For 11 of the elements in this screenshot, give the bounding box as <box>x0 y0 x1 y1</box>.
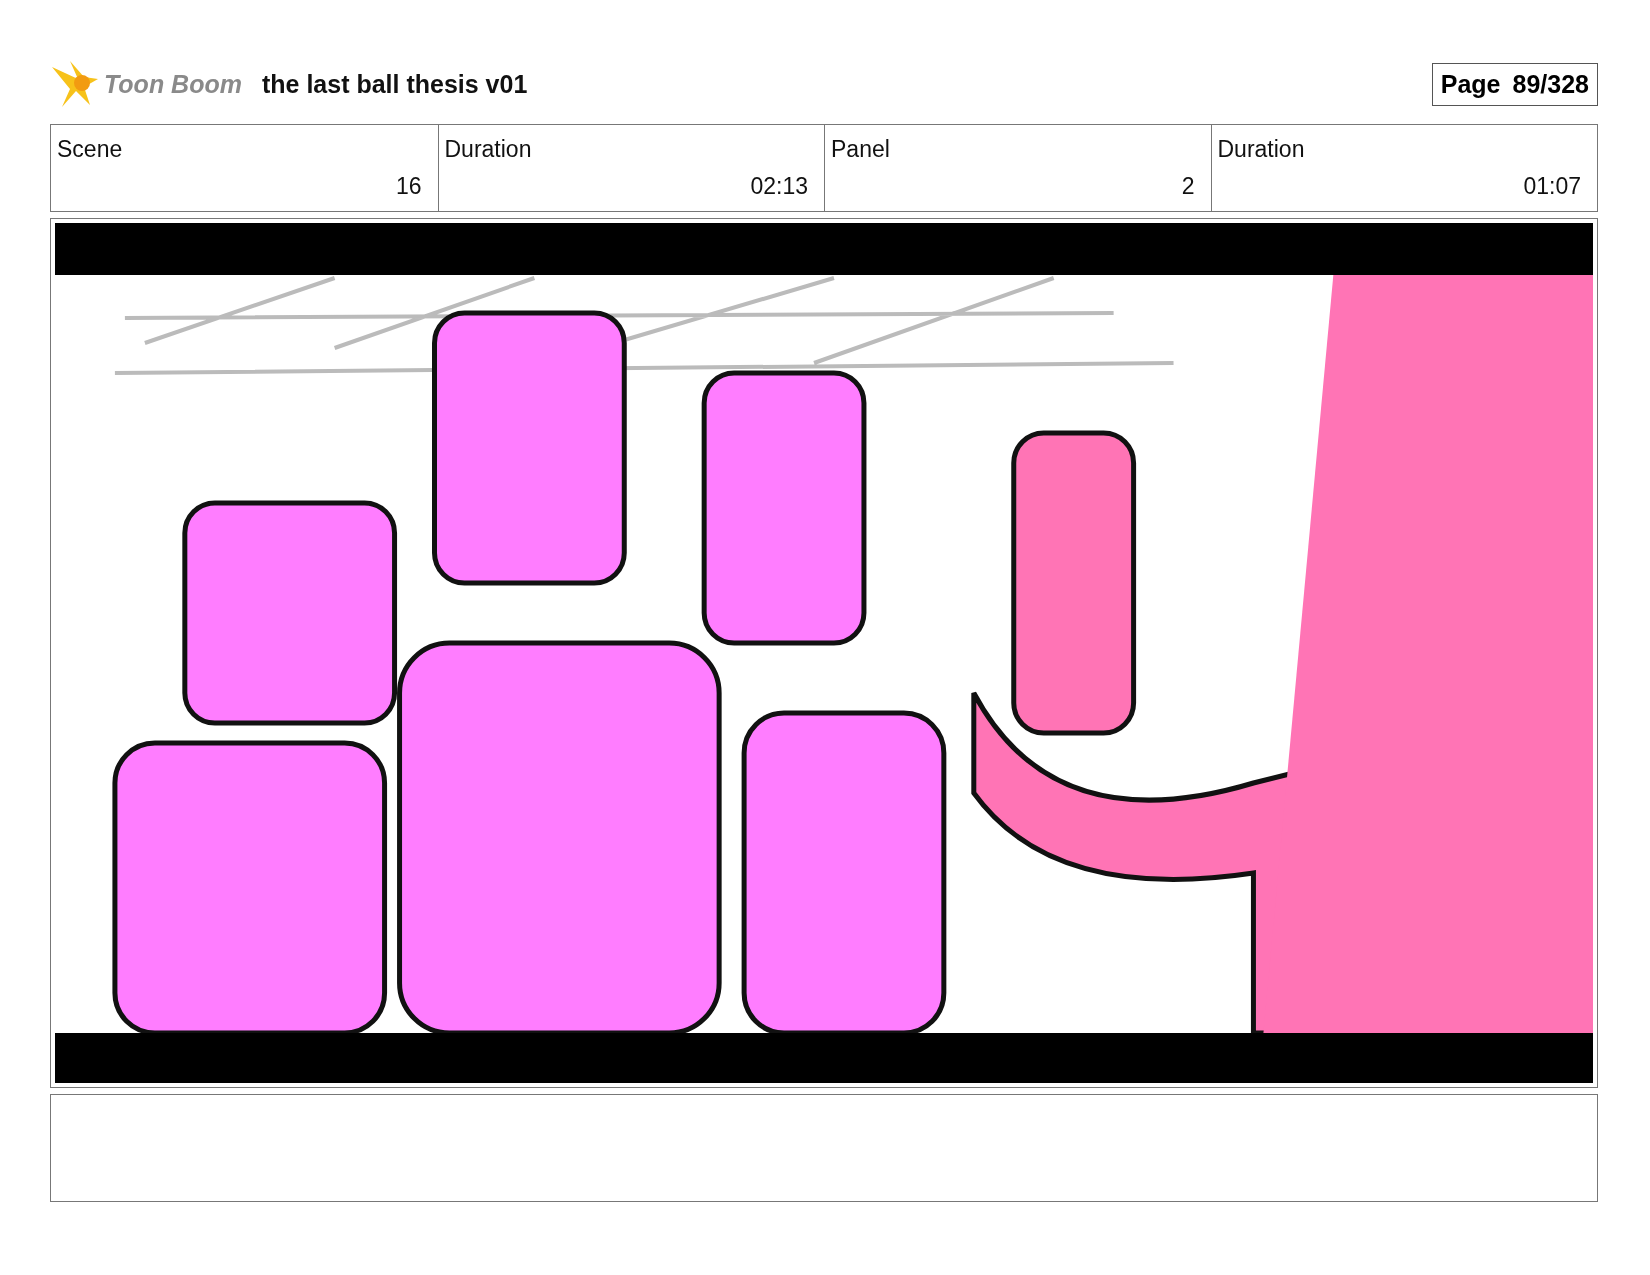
field-value: 16 <box>395 173 422 200</box>
field-value: 01:07 <box>1523 173 1581 200</box>
field-label: Duration <box>1217 136 1305 163</box>
page-counter: Page 89/328 <box>1431 62 1598 106</box>
field-label: Scene <box>57 136 123 163</box>
logo-wordmark: Toon Boom <box>104 69 242 99</box>
field-label: Panel <box>831 136 890 163</box>
field-value: 02:13 <box>750 173 808 200</box>
field-value: 2 <box>1181 173 1195 200</box>
document-title: the last ball thesis v01 <box>261 69 529 99</box>
field-label: Duration <box>444 136 532 163</box>
